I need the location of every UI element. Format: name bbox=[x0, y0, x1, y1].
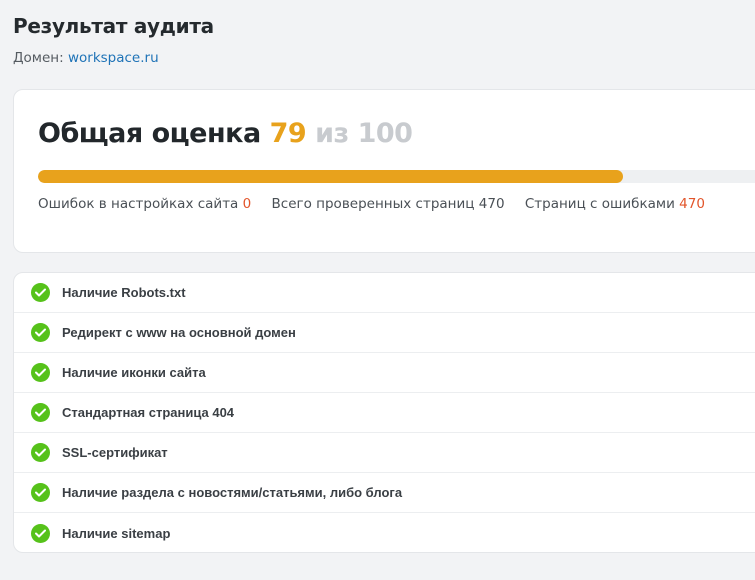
check-circle-icon bbox=[31, 283, 50, 302]
stat-pages-checked: Всего проверенных страниц 470 bbox=[272, 196, 509, 212]
check-item: Наличие sitemap bbox=[14, 513, 755, 552]
check-circle-icon bbox=[31, 443, 50, 462]
check-label: Редирект с www на основной домен bbox=[62, 325, 296, 340]
check-label: Наличие Robots.txt bbox=[62, 285, 186, 300]
stat-pages-with-errors: Страниц с ошибками 470 bbox=[525, 196, 705, 212]
check-item: Наличие иконки сайта bbox=[14, 353, 755, 393]
domain-line: Домен: workspace.ru bbox=[13, 50, 159, 66]
check-item: Стандартная страница 404 bbox=[14, 393, 755, 433]
score-card: Общая оценка 79 из 100 Ошибок в настройк… bbox=[13, 89, 755, 253]
stat-settings-errors: Ошибок в настройках сайта 0 bbox=[38, 196, 256, 212]
score-max: 100 bbox=[357, 118, 413, 149]
domain-label: Домен: bbox=[13, 50, 64, 66]
stat-pages-with-errors-value: 470 bbox=[679, 196, 705, 212]
check-item: Наличие раздела с новостями/статьями, ли… bbox=[14, 473, 755, 513]
score-progress-fill bbox=[38, 170, 623, 183]
check-item: SSL-сертификат bbox=[14, 433, 755, 473]
page-title: Результат аудита bbox=[13, 14, 214, 38]
check-circle-icon bbox=[31, 483, 50, 502]
stat-settings-errors-value: 0 bbox=[242, 196, 252, 212]
domain-link[interactable]: workspace.ru bbox=[68, 50, 159, 66]
check-item: Редирект с www на основной домен bbox=[14, 313, 755, 353]
check-label: Наличие sitemap bbox=[62, 525, 171, 541]
checks-list: Наличие Robots.txt Редирект с www на осн… bbox=[13, 272, 755, 553]
audit-page: Результат аудита Домен: workspace.ru Общ… bbox=[0, 0, 755, 580]
score-progress-bar bbox=[38, 170, 755, 183]
audit-stats: Ошибок в настройках сайта 0 Всего провер… bbox=[38, 196, 721, 212]
check-circle-icon bbox=[31, 363, 50, 382]
score-value: 79 bbox=[269, 118, 307, 149]
check-label: Наличие раздела с новостями/статьями, ли… bbox=[62, 485, 403, 500]
score-heading: Общая оценка 79 из 100 bbox=[38, 118, 413, 149]
check-circle-icon bbox=[31, 323, 50, 342]
check-label: SSL-сертификат bbox=[62, 445, 168, 460]
check-label: Стандартная страница 404 bbox=[62, 405, 235, 420]
check-circle-icon bbox=[31, 403, 50, 422]
check-label: Наличие иконки сайта bbox=[62, 365, 206, 380]
stat-pages-checked-value: 470 bbox=[478, 196, 505, 212]
check-item: Наличие Robots.txt bbox=[14, 273, 755, 313]
stat-pages-with-errors-label: Страниц с ошибками bbox=[524, 196, 675, 212]
score-heading-label: Общая оценка bbox=[38, 118, 261, 149]
check-circle-icon bbox=[31, 523, 50, 543]
score-of-word: из bbox=[315, 118, 349, 149]
stat-pages-checked-label: Всего проверенных страниц bbox=[271, 196, 475, 212]
stat-settings-errors-label: Ошибок в настройках сайта bbox=[38, 196, 239, 212]
